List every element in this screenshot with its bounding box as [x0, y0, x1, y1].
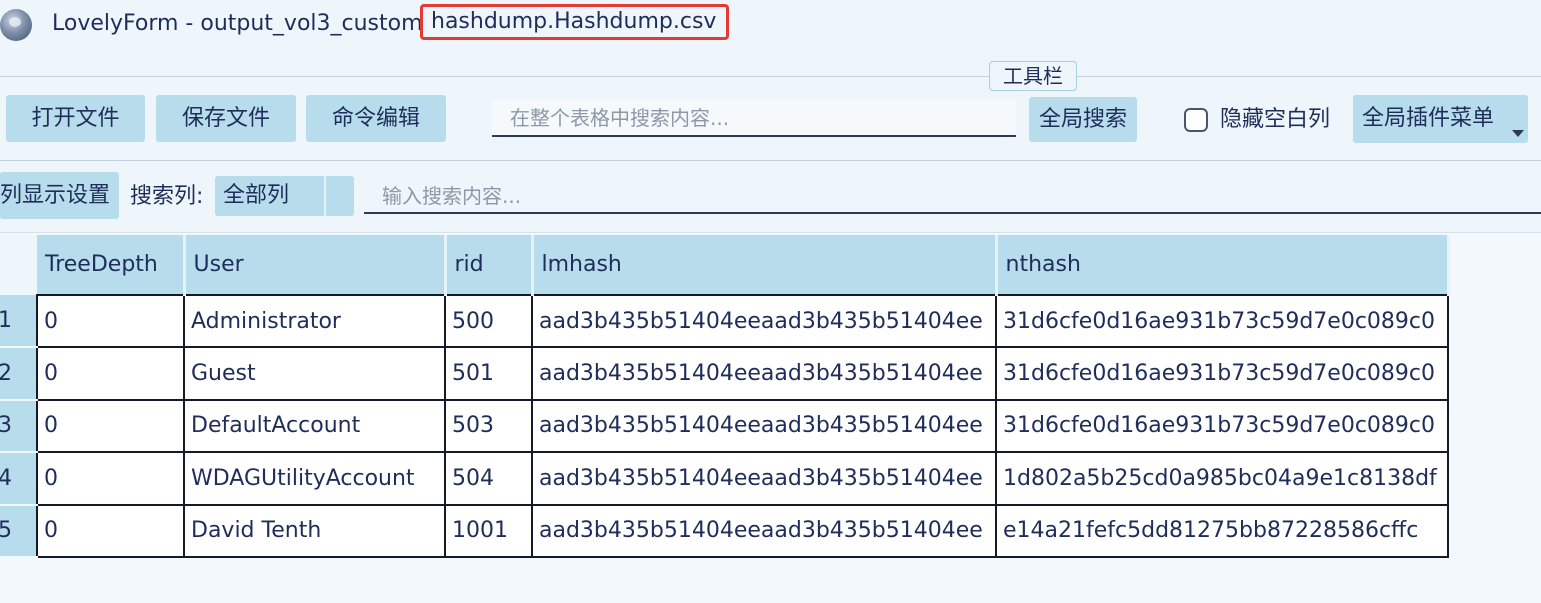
- dropdown-arrow-icon: [1512, 130, 1524, 137]
- toolbar-label: 工具栏: [989, 61, 1077, 91]
- search-column-label: 搜索列:: [130, 184, 204, 209]
- row-number[interactable]: 3: [0, 399, 37, 454]
- app-avatar-icon: [0, 9, 32, 41]
- plugin-menu-button[interactable]: 全局插件菜单: [1353, 95, 1528, 143]
- column-header-treedepth[interactable]: TreeDepth: [37, 235, 186, 295]
- cell-treedepth[interactable]: 0: [36, 346, 185, 401]
- cell-lmhash[interactable]: aad3b435b51404eeaad3b435b51404ee: [531, 293, 997, 349]
- cell-rid[interactable]: 503: [444, 398, 533, 454]
- title-divider: [0, 76, 1541, 77]
- highlighted-file-name: hashdump.Hashdump.csv: [420, 4, 729, 40]
- save-file-button[interactable]: 保存文件: [156, 95, 296, 142]
- cell-treedepth[interactable]: 0: [36, 503, 185, 558]
- column-header-user[interactable]: User: [184, 235, 447, 295]
- global-search-button[interactable]: 全局搜索: [1029, 97, 1137, 142]
- cell-rid[interactable]: 501: [444, 346, 533, 401]
- cell-treedepth[interactable]: 0: [36, 398, 185, 454]
- cell-nthash[interactable]: e14a21fefc5dd81275bb87228586cffc: [995, 503, 1449, 558]
- toolbar-divider: [0, 160, 1541, 161]
- table-row[interactable]: 1 0 Administrator 500 aad3b435b51404eeaa…: [0, 293, 1449, 349]
- column-header-lmhash[interactable]: lmhash: [532, 235, 998, 295]
- window-title: LovelyForm - output_vol3_custom: [52, 11, 423, 36]
- plugin-menu-label: 全局插件菜单: [1362, 106, 1495, 131]
- search-column-select[interactable]: 全部列: [215, 176, 354, 216]
- cell-nthash[interactable]: 31d6cfe0d16ae931b73c59d7e0c089c0: [995, 293, 1449, 349]
- table-row[interactable]: 4 0 WDAGUtilityAccount 504 aad3b435b5140…: [0, 451, 1449, 506]
- cell-user[interactable]: David Tenth: [183, 503, 446, 558]
- column-search-input[interactable]: 输入搜索内容...: [364, 178, 1541, 214]
- cell-rid[interactable]: 1001: [444, 503, 533, 558]
- global-search-input[interactable]: 在整个表格中搜索内容...: [492, 100, 1016, 137]
- hide-empty-columns-checkbox[interactable]: [1184, 108, 1208, 132]
- cell-nthash[interactable]: 31d6cfe0d16ae931b73c59d7e0c089c0: [995, 346, 1449, 401]
- cell-nthash[interactable]: 1d802a5b25cd0a985bc04a9e1c8138df: [995, 451, 1449, 506]
- cell-treedepth[interactable]: 0: [36, 451, 185, 506]
- cell-lmhash[interactable]: aad3b435b51404eeaad3b435b51404ee: [531, 398, 997, 454]
- cell-user[interactable]: Administrator: [183, 293, 446, 349]
- column-header-nthash[interactable]: nthash: [996, 235, 1450, 295]
- search-column-value: 全部列: [223, 183, 290, 208]
- table-row[interactable]: 3 0 DefaultAccount 503 aad3b435b51404eea…: [0, 398, 1449, 454]
- column-display-settings-button[interactable]: 列显示设置: [0, 172, 119, 219]
- cell-lmhash[interactable]: aad3b435b51404eeaad3b435b51404ee: [531, 346, 997, 401]
- cell-treedepth[interactable]: 0: [36, 293, 185, 349]
- cell-user[interactable]: Guest: [183, 346, 446, 401]
- row-number[interactable]: 2: [0, 347, 37, 401]
- table-header-row: TreeDepth User rid lmhash nthash: [0, 235, 1450, 295]
- table-corner: [0, 235, 37, 295]
- open-file-button[interactable]: 打开文件: [6, 95, 145, 142]
- column-header-rid[interactable]: rid: [445, 235, 534, 295]
- select-divider: [324, 176, 326, 216]
- hide-empty-columns-label: 隐藏空白列: [1220, 107, 1331, 132]
- title-bar: LovelyForm - output_vol3_custom hashdump…: [0, 0, 1541, 52]
- row-number[interactable]: 4: [0, 452, 37, 506]
- cell-user[interactable]: DefaultAccount: [183, 398, 446, 454]
- cell-nthash[interactable]: 31d6cfe0d16ae931b73c59d7e0c089c0: [995, 398, 1449, 454]
- cell-rid[interactable]: 504: [444, 451, 533, 506]
- row-number[interactable]: 1: [0, 295, 37, 349]
- table-row[interactable]: 5 0 David Tenth 1001 aad3b435b51404eeaad…: [0, 503, 1449, 558]
- row-number[interactable]: 5: [0, 504, 37, 558]
- cell-user[interactable]: WDAGUtilityAccount: [183, 451, 446, 506]
- command-edit-button[interactable]: 命令编辑: [306, 95, 446, 142]
- cell-lmhash[interactable]: aad3b435b51404eeaad3b435b51404ee: [531, 451, 997, 506]
- table-row[interactable]: 2 0 Guest 501 aad3b435b51404eeaad3b435b5…: [0, 346, 1449, 401]
- cell-rid[interactable]: 500: [444, 293, 533, 349]
- data-table: TreeDepth User rid lmhash nthash 1 0 Adm…: [0, 235, 1450, 558]
- cell-lmhash[interactable]: aad3b435b51404eeaad3b435b51404ee: [531, 503, 997, 558]
